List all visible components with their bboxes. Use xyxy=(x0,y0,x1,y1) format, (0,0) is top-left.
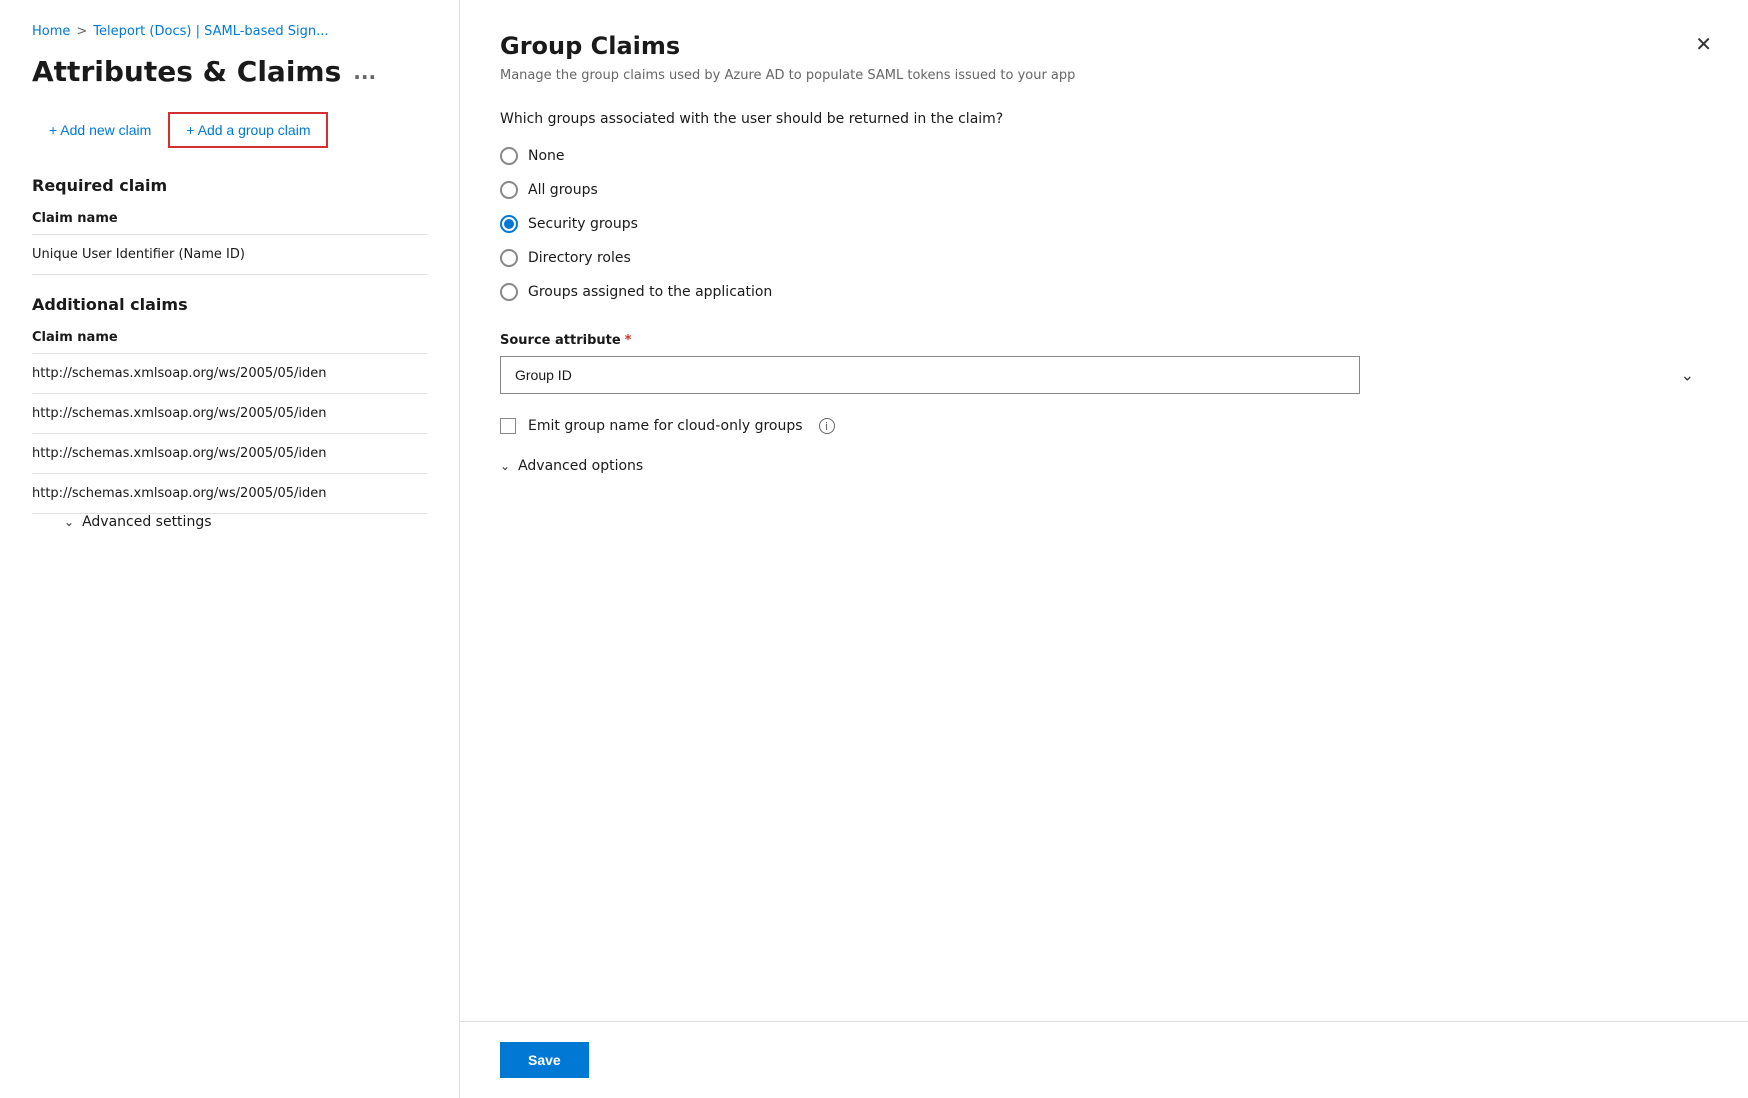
chevron-down-icon: ⌄ xyxy=(500,459,510,473)
radio-option-all-groups[interactable]: All groups xyxy=(500,181,1708,199)
emit-group-name-label: Emit group name for cloud-only groups xyxy=(528,418,803,434)
info-icon[interactable]: i xyxy=(819,418,835,434)
breadcrumb-sep: > xyxy=(76,24,87,39)
required-indicator: * xyxy=(625,333,632,348)
advanced-options-label: Advanced options xyxy=(518,458,643,474)
radio-option-groups-assigned[interactable]: Groups assigned to the application xyxy=(500,283,1708,301)
advanced-options[interactable]: ⌄ Advanced options xyxy=(500,458,1708,474)
radio-security-groups[interactable] xyxy=(500,215,518,233)
required-section-header: Required claim xyxy=(32,176,427,195)
radio-all-groups[interactable] xyxy=(500,181,518,199)
required-claim-header: Claim name xyxy=(32,203,427,235)
table-row[interactable]: http://schemas.xmlsoap.org/ws/2005/05/id… xyxy=(32,474,427,514)
radio-none[interactable] xyxy=(500,147,518,165)
radio-option-security-groups[interactable]: Security groups xyxy=(500,215,1708,233)
group-claims-panel: ✕ Group Claims Manage the group claims u… xyxy=(460,0,1748,1098)
radio-none-label: None xyxy=(528,148,565,164)
required-claim-row[interactable]: Unique User Identifier (Name ID) xyxy=(32,235,427,275)
table-row[interactable]: http://schemas.xmlsoap.org/ws/2005/05/id… xyxy=(32,434,427,474)
table-row[interactable]: http://schemas.xmlsoap.org/ws/2005/05/id… xyxy=(32,354,427,394)
radio-security-groups-label: Security groups xyxy=(528,216,638,232)
panel-title: Group Claims xyxy=(500,32,1708,60)
radio-groups-assigned[interactable] xyxy=(500,283,518,301)
panel-footer: Save xyxy=(460,1021,1748,1098)
advanced-settings[interactable]: ⌄ Advanced settings xyxy=(64,514,459,530)
additional-section: Additional claims Claim name http://sche… xyxy=(32,295,427,514)
close-button[interactable]: ✕ xyxy=(1691,28,1716,61)
add-new-claim-button[interactable]: + Add new claim xyxy=(32,112,168,148)
radio-directory-roles[interactable] xyxy=(500,249,518,267)
groups-question: Which groups associated with the user sh… xyxy=(500,111,1708,127)
additional-section-header: Additional claims xyxy=(32,295,427,314)
radio-directory-roles-label: Directory roles xyxy=(528,250,631,266)
more-options-icon[interactable]: ... xyxy=(353,60,376,84)
page-title: Attributes & Claims ... xyxy=(32,55,427,88)
table-row[interactable]: http://schemas.xmlsoap.org/ws/2005/05/id… xyxy=(32,394,427,434)
add-group-claim-button[interactable]: + Add a group claim xyxy=(168,112,328,148)
breadcrumb-home[interactable]: Home xyxy=(32,24,70,39)
source-attribute-label: Source attribute * xyxy=(500,333,1708,348)
radio-all-groups-label: All groups xyxy=(528,182,598,198)
chevron-down-icon: ⌄ xyxy=(64,515,74,529)
radio-option-directory-roles[interactable]: Directory roles xyxy=(500,249,1708,267)
radio-group: None All groups Security groups Director… xyxy=(500,147,1708,301)
radio-option-none[interactable]: None xyxy=(500,147,1708,165)
radio-groups-assigned-label: Groups assigned to the application xyxy=(528,284,772,300)
action-buttons: + Add new claim + Add a group claim xyxy=(32,112,427,148)
source-attribute-select[interactable]: Group ID sAMAccountName NetBIOSDomain\sA… xyxy=(500,356,1360,394)
save-button[interactable]: Save xyxy=(500,1042,589,1078)
panel-subtitle: Manage the group claims used by Azure AD… xyxy=(500,68,1708,83)
source-attribute-section: Source attribute * Group ID sAMAccountNa… xyxy=(500,333,1708,394)
emit-group-name-checkbox[interactable] xyxy=(500,418,516,434)
emit-group-name-section: Emit group name for cloud-only groups i xyxy=(500,418,1708,434)
breadcrumb: Home > Teleport (Docs) | SAML-based Sign… xyxy=(32,24,427,39)
chevron-down-icon: ⌄ xyxy=(1681,366,1694,385)
additional-claim-header: Claim name xyxy=(32,322,427,354)
source-attribute-wrapper: Group ID sAMAccountName NetBIOSDomain\sA… xyxy=(500,356,1708,394)
advanced-settings-label: Advanced settings xyxy=(82,514,211,530)
breadcrumb-current[interactable]: Teleport (Docs) | SAML-based Sign... xyxy=(93,24,328,39)
